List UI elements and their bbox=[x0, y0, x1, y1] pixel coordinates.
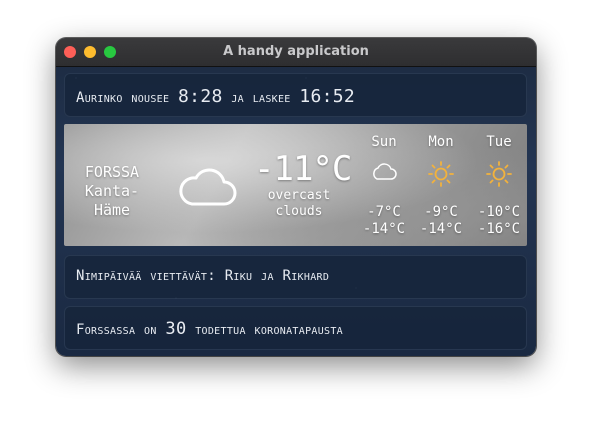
condition-line-1: overcast bbox=[267, 188, 331, 203]
forecast-low: -14°C bbox=[419, 221, 463, 237]
forecast-day: Sun -7°C -14°C bbox=[359, 134, 409, 238]
current-temperature: -11°C bbox=[254, 149, 352, 189]
forecast-day-name: Sun bbox=[371, 134, 397, 150]
covid-count: 30 bbox=[165, 319, 187, 339]
covid-suffix: todettua koronatapausta bbox=[186, 322, 343, 338]
forecast-low: -14°C bbox=[362, 221, 406, 237]
forecast-high: -9°C bbox=[424, 204, 458, 220]
location: FORSSA Kanta-Häme bbox=[72, 163, 152, 220]
forecast-day: Mon -9°C -14°C bbox=[416, 134, 466, 238]
sunrise-label: Aurinko nousee bbox=[76, 90, 179, 106]
cloud-icon bbox=[373, 163, 397, 180]
sun-icon bbox=[428, 161, 454, 187]
cloud-icon bbox=[179, 168, 237, 206]
app-window: A handy application Aurinko nousee 8:28 … bbox=[56, 38, 536, 356]
sunset-time: 16:52 bbox=[299, 86, 356, 107]
name-day-label: Nimipäivää viettävät: bbox=[76, 268, 225, 284]
city-name: FORSSA bbox=[84, 163, 140, 181]
covid-panel: Forssassa on 30 todettua koronatapausta bbox=[64, 306, 527, 350]
window-title: A handy application bbox=[223, 44, 369, 59]
weather-condition: overcast clouds bbox=[262, 188, 336, 220]
forecast-day-name: Tue bbox=[486, 134, 512, 150]
sun-icon bbox=[486, 161, 512, 187]
name-day-conjunction: ja bbox=[252, 268, 283, 284]
forecast-day-name: Mon bbox=[428, 134, 454, 150]
region-name: Kanta-Häme bbox=[84, 182, 140, 219]
sun-times-panel: Aurinko nousee 8:28 ja laskee 16:52 bbox=[64, 73, 527, 117]
covid-label: Forssassa on bbox=[76, 322, 166, 338]
title-bar: A handy application bbox=[56, 38, 536, 67]
sun-times-text: Aurinko nousee 8:28 ja laskee 16:52 bbox=[76, 86, 355, 107]
sunset-label: ja laskee bbox=[222, 90, 300, 106]
forecast-low: -16°C bbox=[477, 221, 521, 237]
name-day-text: Nimipäivää viettävät: Riku ja Rikhard bbox=[76, 268, 329, 284]
forecast-high: -7°C bbox=[367, 204, 401, 220]
forecast-day: Tue -10°C -16°C bbox=[474, 134, 524, 238]
covid-text: Forssassa on 30 todettua koronatapausta bbox=[76, 319, 343, 339]
name-day-name-1: Riku bbox=[224, 268, 253, 284]
name-day-name-2: Rikhard bbox=[282, 268, 330, 284]
condition-line-2: clouds bbox=[275, 204, 323, 219]
forecast-high: -10°C bbox=[477, 204, 521, 220]
weather-panel: FORSSA Kanta-Häme -11°C overcast clouds … bbox=[64, 124, 527, 246]
name-day-panel: Nimipäivää viettävät: Riku ja Rikhard bbox=[64, 255, 527, 299]
sunrise-time: 8:28 bbox=[178, 86, 223, 107]
